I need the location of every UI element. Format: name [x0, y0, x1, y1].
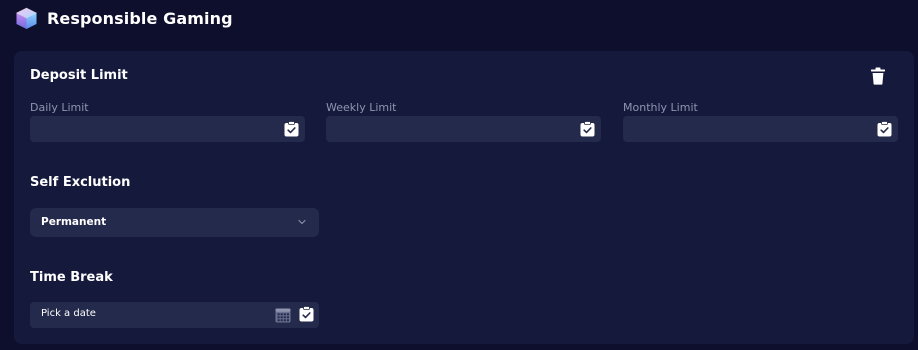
page-title: Responsible Gaming: [47, 8, 233, 28]
deposit-limit-title: Deposit Limit: [30, 68, 128, 83]
monthly-limit-label: Monthly Limit: [623, 101, 698, 114]
responsible-gaming-card: Deposit Limit Daily Limit Weekly Limit M…: [14, 51, 914, 344]
monthly-limit-input[interactable]: [623, 116, 898, 142]
clipboard-check-icon[interactable]: [877, 121, 892, 137]
chevron-down-icon: [298, 219, 306, 225]
clipboard-check-icon[interactable]: [580, 121, 595, 137]
date-placeholder: Pick a date: [41, 308, 96, 319]
cube-logo-icon: [15, 7, 38, 29]
calendar-icon[interactable]: [275, 307, 291, 323]
self-exclusion-value: Permanent: [41, 216, 107, 228]
responsible-gaming-page: Responsible Gaming Deposit Limit Daily L…: [0, 0, 918, 350]
trash-icon[interactable]: [870, 67, 886, 85]
clipboard-check-icon[interactable]: [284, 121, 299, 137]
page-header: Responsible Gaming: [14, 5, 233, 31]
clipboard-check-icon[interactable]: [299, 306, 314, 322]
weekly-limit-input[interactable]: [326, 116, 601, 142]
self-exclusion-select[interactable]: Permanent: [30, 208, 319, 237]
time-break-title: Time Break: [30, 270, 113, 285]
weekly-limit-label: Weekly Limit: [326, 101, 397, 114]
self-exclusion-title: Self Exclution: [30, 175, 131, 190]
daily-limit-label: Daily Limit: [30, 101, 89, 114]
time-break-date-input[interactable]: Pick a date: [30, 302, 319, 328]
daily-limit-input[interactable]: [30, 116, 305, 142]
